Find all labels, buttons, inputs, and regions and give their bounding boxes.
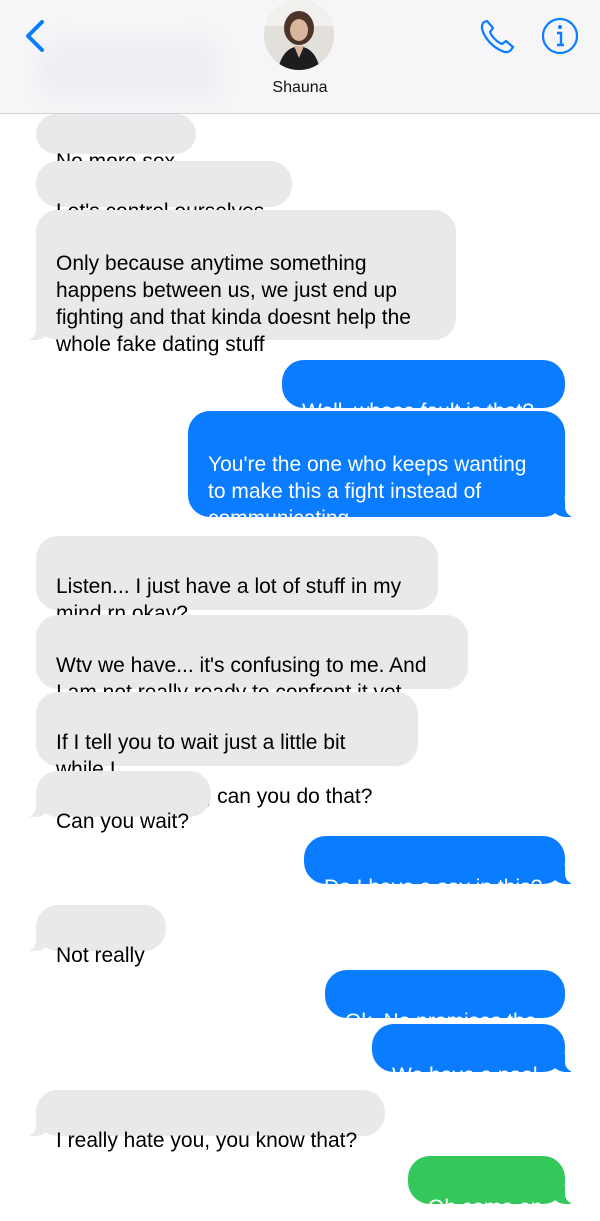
back-button[interactable] (18, 14, 58, 58)
message-bubble-incoming[interactable]: Wtv we have... it's confusing to me. And… (36, 615, 468, 704)
contact-name[interactable]: Shauna (0, 79, 600, 97)
message-bubble-incoming[interactable]: Can you wait? (22, 771, 211, 833)
message-bubble-outgoing[interactable]: Well, whose fault is that? (282, 360, 565, 423)
message-bubble-incoming[interactable]: Listen... I just have a lot of stuff in … (36, 536, 438, 625)
message-thread[interactable]: No more sex Let's control ourselves Only… (0, 114, 600, 1219)
message-text: Only because anytime something happens b… (56, 252, 411, 356)
phone-icon (480, 19, 515, 54)
message-text: Do I have a say in this? (324, 876, 543, 899)
message-bubble-outgoing[interactable]: You're the one who keeps wanting to make… (188, 411, 579, 530)
message-bubble-sms[interactable]: Oh come on (408, 1156, 579, 1219)
message-bubble-incoming[interactable]: Only because anytime something happens b… (22, 210, 456, 356)
info-icon (541, 17, 579, 55)
chevron-left-icon (26, 20, 44, 52)
message-bubble-outgoing[interactable]: We have a pool (372, 1024, 579, 1087)
message-bubble-incoming[interactable]: If I tell you to wait just a little bit … (36, 692, 418, 808)
message-text: You're the one who keeps wanting to make… (208, 453, 527, 530)
message-bubble-outgoing[interactable]: Do I have a say in this? (304, 836, 579, 899)
contact-avatar[interactable] (264, 0, 334, 70)
message-bubble-incoming[interactable]: Let's control ourselves (36, 161, 292, 223)
avatar-photo (264, 0, 334, 70)
info-button[interactable] (538, 14, 582, 58)
message-text: Not really (56, 944, 145, 967)
message-bubble-outgoing[interactable]: Ok. No promises tho (325, 970, 565, 1033)
message-bubble-incoming[interactable]: Not really (22, 905, 166, 967)
message-text: We have a pool (392, 1064, 538, 1087)
message-text: Oh come on (428, 1196, 543, 1219)
message-text: I really hate you, you know that? (56, 1129, 358, 1152)
message-bubble-incoming[interactable]: No more sex (36, 114, 196, 173)
call-button[interactable] (474, 14, 518, 58)
message-bubble-incoming[interactable]: I really hate you, you know that? (22, 1090, 385, 1152)
message-text: Can you wait? (56, 810, 190, 833)
conversation-header: Shauna (0, 0, 600, 114)
